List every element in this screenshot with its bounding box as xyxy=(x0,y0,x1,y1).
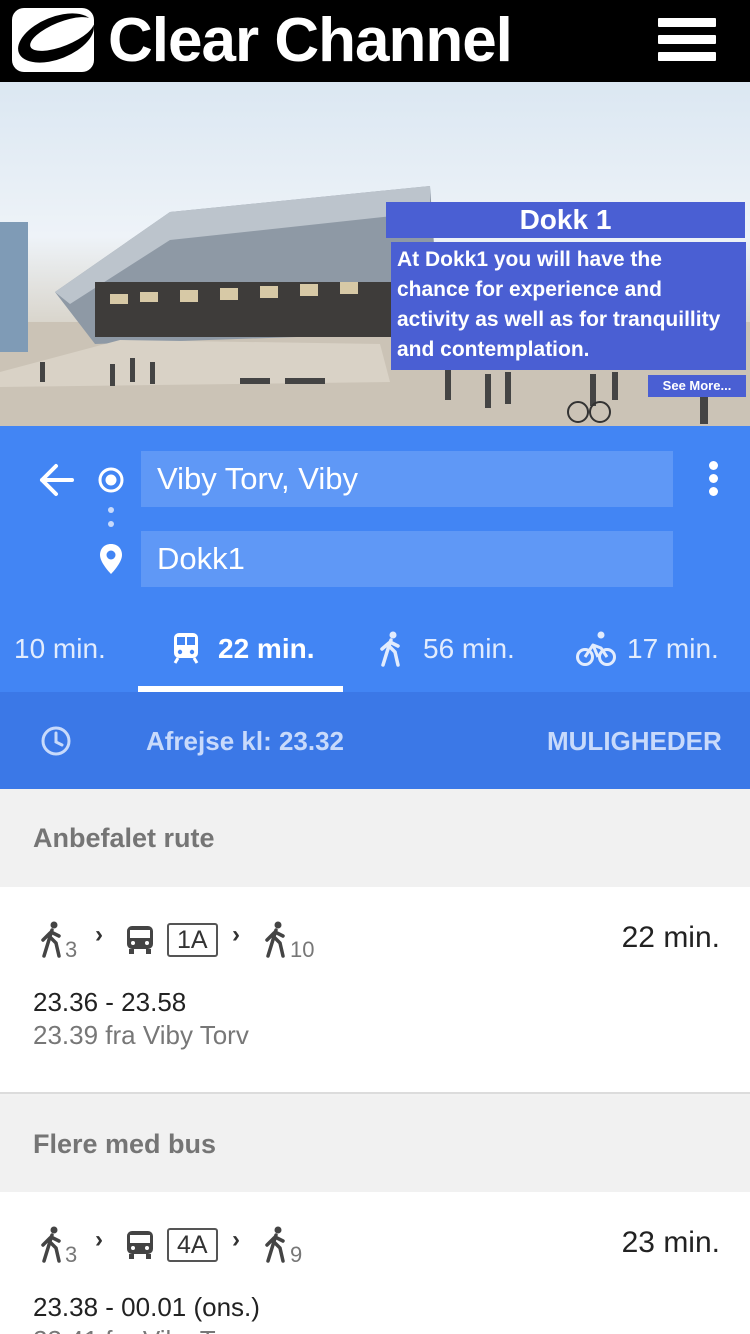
promo-title: Dokk 1 xyxy=(386,202,745,238)
walk-icon xyxy=(265,1226,285,1263)
promo-description: At Dokk1 you will have the chance for ex… xyxy=(391,242,746,370)
hamburger-menu-icon[interactable] xyxy=(658,18,716,64)
walk-time: 56 min. xyxy=(423,633,515,664)
bike-time: 17 min. xyxy=(627,633,719,664)
transit-time: 22 min. xyxy=(218,633,315,664)
back-arrow-icon[interactable] xyxy=(38,462,76,498)
bus-line-badge: 4A xyxy=(167,1228,218,1262)
route-departure: 23.41 fra Viby Torv xyxy=(33,1325,249,1334)
walk-minutes: 9 xyxy=(290,1242,303,1267)
destination-pin-icon xyxy=(100,544,122,574)
clock-icon xyxy=(41,726,71,756)
section-header-recommended: Anbefalet rute xyxy=(0,789,750,887)
more-options-icon[interactable] xyxy=(704,461,722,499)
origin-input[interactable]: Viby Torv, Viby xyxy=(141,451,673,507)
route-times: 23.36 - 23.58 xyxy=(33,987,187,1017)
bus-line-badge: 1A xyxy=(167,923,218,957)
route-departure: 23.39 fra Viby Torv xyxy=(33,1020,249,1050)
destination-input[interactable]: Dokk1 xyxy=(141,531,673,587)
chevron-right-icon: › xyxy=(232,921,240,948)
drive-time: 10 min. xyxy=(14,633,106,664)
walk-minutes: 10 xyxy=(290,937,315,962)
section-header-more-bus: Flere med bus xyxy=(0,1096,750,1192)
chevron-right-icon: › xyxy=(95,921,103,948)
chevron-right-icon: › xyxy=(232,1226,240,1253)
walk-minutes: 3 xyxy=(65,1242,78,1267)
route-connector-dots xyxy=(108,507,114,527)
options-button[interactable]: MULIGHEDER xyxy=(547,722,722,760)
brand-name: Clear Channel xyxy=(108,6,513,75)
walk-icon xyxy=(380,631,400,667)
bus-icon xyxy=(127,926,153,954)
route-card[interactable]: 3 › 1A › 10 22 min. 23.36 - 23.58 23.39 … xyxy=(0,887,750,1094)
bike-icon xyxy=(576,631,616,666)
route-times: 23.38 - 00.01 (ons.) xyxy=(33,1292,260,1322)
bus-icon xyxy=(127,1231,153,1259)
route-duration: 23 min. xyxy=(621,1226,720,1259)
transit-icon xyxy=(173,633,199,664)
tab-drive[interactable]: 10 min. xyxy=(14,628,106,670)
clear-channel-logo-icon[interactable] xyxy=(12,8,94,72)
walk-minutes: 3 xyxy=(65,937,78,962)
walk-icon xyxy=(41,1226,61,1263)
walk-icon xyxy=(265,921,285,958)
route-card[interactable]: 3 › 4A › 9 23 min. 23.38 - 00.01 (ons.) … xyxy=(0,1192,750,1334)
origin-icon xyxy=(98,467,124,493)
departure-time-selector[interactable]: Afrejse kl: 23.32 xyxy=(146,722,344,760)
route-duration: 22 min. xyxy=(621,921,720,954)
walk-icon xyxy=(41,921,61,958)
top-bar: Clear Channel xyxy=(0,0,750,82)
chevron-right-icon: › xyxy=(95,1226,103,1253)
see-more-link[interactable]: See More... xyxy=(648,375,746,397)
